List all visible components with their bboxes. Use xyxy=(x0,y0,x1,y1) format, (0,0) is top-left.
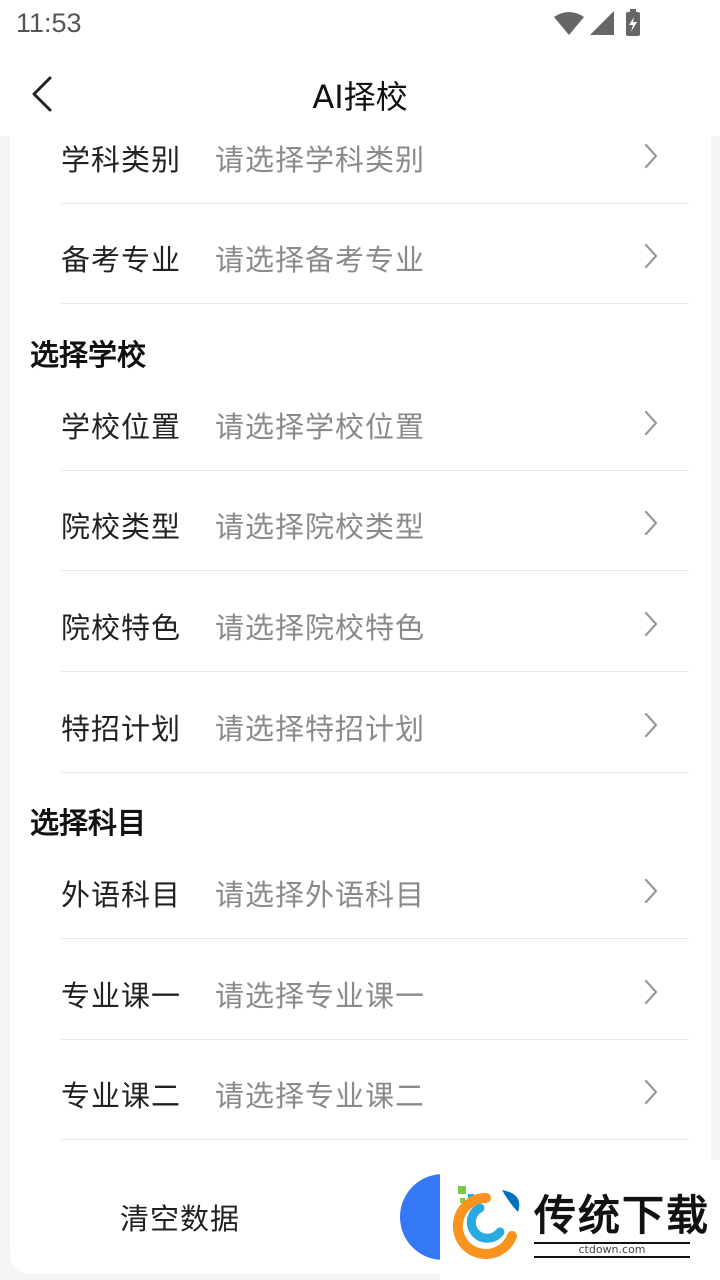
row-label: 学校位置 xyxy=(61,410,182,444)
row-foreign-language[interactable]: 外语科目 请选择外语科目 xyxy=(61,839,689,939)
row-label: 院校类型 xyxy=(61,510,182,544)
watermark: 传统下载 ctdown.com xyxy=(440,1160,720,1280)
row-label: 学科类别 xyxy=(61,143,182,177)
chevron-right-icon xyxy=(644,410,658,436)
status-bar: 11:53 xyxy=(0,0,720,50)
row-placeholder: 请选择备考专业 xyxy=(215,243,426,277)
chevron-right-icon xyxy=(644,979,658,1005)
row-school-type[interactable]: 院校类型 请选择院校类型 xyxy=(61,471,689,571)
row-label: 外语科目 xyxy=(61,878,182,912)
page-title: AI择校 xyxy=(312,78,408,116)
section-title-school: 选择学校 xyxy=(30,338,147,372)
clear-data-button[interactable]: 清空数据 xyxy=(120,1196,240,1238)
logo-icon xyxy=(452,1186,520,1259)
row-placeholder: 请选择外语科目 xyxy=(215,878,426,912)
form-card: 学科类别 请选择学科类别 备考专业 请选择备考专业 选择学校 学校位置 请选择学… xyxy=(10,136,711,1274)
app-bar: AI择校 xyxy=(0,50,720,136)
row-major-course-2[interactable]: 专业课二 请选择专业课二 xyxy=(61,1040,689,1140)
battery-icon xyxy=(626,9,640,36)
chevron-right-icon xyxy=(644,243,658,269)
signal-icon xyxy=(590,11,614,35)
section-title-subject: 选择科目 xyxy=(30,806,147,840)
row-placeholder: 请选择院校类型 xyxy=(215,510,426,544)
row-target-major[interactable]: 备考专业 请选择备考专业 xyxy=(61,204,689,304)
row-label: 院校特色 xyxy=(61,611,182,645)
row-special-plan[interactable]: 特招计划 请选择特招计划 xyxy=(61,673,689,773)
chevron-right-icon xyxy=(644,712,658,738)
chevron-right-icon xyxy=(644,878,658,904)
chevron-right-icon xyxy=(644,1079,658,1105)
watermark-name: 传统下载 xyxy=(534,1191,711,1240)
row-major-course-1[interactable]: 专业课一 请选择专业课一 xyxy=(61,940,689,1040)
row-label: 备考专业 xyxy=(61,243,182,277)
status-time: 11:53 xyxy=(16,8,82,38)
row-placeholder: 请选择院校特色 xyxy=(215,611,426,645)
wifi-icon xyxy=(554,12,584,35)
row-placeholder: 请选择学校位置 xyxy=(215,410,426,444)
row-placeholder: 请选择特招计划 xyxy=(215,712,426,746)
status-icons xyxy=(554,9,640,36)
row-school-location[interactable]: 学校位置 请选择学校位置 xyxy=(61,371,689,471)
chevron-right-icon xyxy=(644,611,658,637)
row-subject-category[interactable]: 学科类别 请选择学科类别 xyxy=(61,136,689,204)
row-label: 专业课一 xyxy=(61,979,182,1013)
chevron-right-icon xyxy=(644,143,658,169)
row-school-feature[interactable]: 院校特色 请选择院校特色 xyxy=(61,572,689,672)
row-label: 专业课二 xyxy=(61,1079,182,1113)
row-placeholder: 请选择专业课一 xyxy=(215,979,426,1013)
row-label: 特招计划 xyxy=(61,712,182,746)
watermark-site: ctdown.com xyxy=(534,1242,690,1258)
row-placeholder: 请选择学科类别 xyxy=(215,143,426,177)
chevron-right-icon xyxy=(644,510,658,536)
row-placeholder: 请选择专业课二 xyxy=(215,1079,426,1113)
